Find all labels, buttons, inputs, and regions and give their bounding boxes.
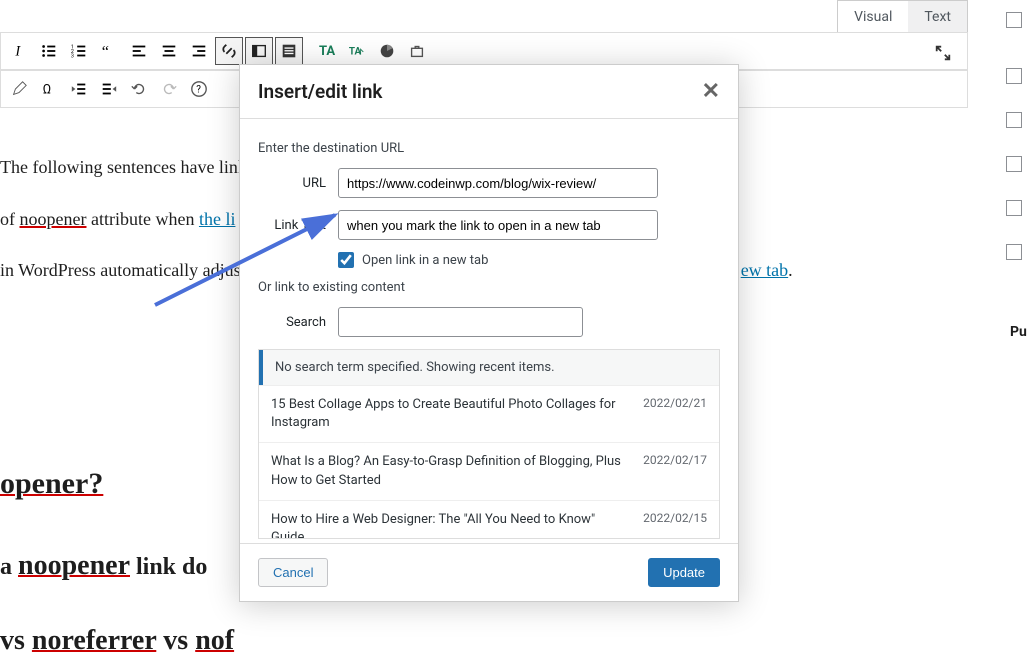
link-icon[interactable]: [215, 37, 243, 65]
newtab-checkbox[interactable]: [338, 252, 354, 268]
text: noopener: [20, 209, 87, 229]
svg-text:Ω: Ω: [43, 83, 51, 98]
results-message: No search term specified. Showing recent…: [259, 350, 719, 385]
undo-icon[interactable]: [125, 75, 153, 103]
insert-link-modal: Insert/edit link ✕ Enter the destination…: [239, 64, 739, 602]
text: vs: [0, 625, 32, 656]
tab-visual[interactable]: Visual: [838, 1, 908, 33]
fullscreen-icon[interactable]: [929, 39, 957, 67]
indent-icon[interactable]: [95, 75, 123, 103]
newtab-label: Open link in a new tab: [362, 253, 488, 268]
text: noreferrer: [32, 625, 156, 656]
checkbox-icon[interactable]: [1006, 156, 1022, 172]
checkbox-icon[interactable]: [1006, 12, 1022, 28]
checkbox-icon[interactable]: [1006, 244, 1022, 260]
list-item[interactable]: What Is a Blog? An Easy-to-Grasp Definit…: [259, 442, 719, 499]
result-date: 2022/02/17: [643, 453, 707, 489]
svg-text:TA: TA: [349, 47, 362, 58]
insert-block-icon[interactable]: [245, 37, 273, 65]
quote-icon[interactable]: “: [95, 37, 123, 65]
outdent-icon[interactable]: [65, 75, 93, 103]
result-date: 2022/02/15: [643, 511, 707, 539]
orlink-label: Or link to existing content: [258, 280, 720, 295]
text-link[interactable]: ew tab: [741, 260, 788, 280]
edit-icon[interactable]: [5, 75, 33, 103]
bullet-list-icon[interactable]: [35, 37, 63, 65]
italic-icon[interactable]: I: [5, 37, 33, 65]
tab-text[interactable]: Text: [908, 1, 967, 33]
search-results: No search term specified. Showing recent…: [258, 349, 720, 539]
update-button[interactable]: Update: [648, 558, 720, 587]
text: The following sentences have links: [0, 157, 254, 177]
text-link[interactable]: the li: [199, 209, 236, 229]
url-label: URL: [258, 176, 338, 191]
redo-icon[interactable]: [155, 75, 183, 103]
text: attribute when: [86, 209, 198, 229]
help-icon[interactable]: ?: [185, 75, 213, 103]
search-input[interactable]: [338, 307, 583, 337]
text: a: [0, 554, 18, 580]
ta-icon[interactable]: TA: [313, 37, 341, 65]
close-icon[interactable]: ✕: [702, 79, 720, 104]
cancel-button[interactable]: Cancel: [258, 558, 328, 587]
numbered-list-icon[interactable]: 123: [65, 37, 93, 65]
checkbox-icon[interactable]: [1006, 112, 1022, 128]
align-left-icon[interactable]: [125, 37, 153, 65]
svg-text:?: ?: [196, 85, 201, 96]
right-sidebar: Pu: [1000, 0, 1028, 581]
list-item[interactable]: 15 Best Collage Apps to Create Beautiful…: [259, 385, 719, 442]
search-label: Search: [258, 315, 338, 330]
enter-url-label: Enter the destination URL: [258, 141, 720, 156]
pie-icon[interactable]: [373, 37, 401, 65]
checkbox-icon[interactable]: [1006, 68, 1022, 84]
text: in WordPress automatically adjus: [0, 260, 241, 280]
checkbox-icon[interactable]: [1006, 200, 1022, 216]
text: nof: [195, 625, 234, 656]
svg-text:“: “: [102, 42, 109, 60]
result-title: How to Hire a Web Designer: The "All You…: [271, 511, 631, 539]
result-title: 15 Best Collage Apps to Create Beautiful…: [271, 396, 631, 432]
text: .: [788, 260, 793, 280]
linktext-label: Link Text: [258, 218, 338, 233]
modal-title: Insert/edit link: [258, 80, 382, 103]
svg-text:3: 3: [71, 53, 74, 59]
text: noopener: [18, 550, 130, 581]
list-item[interactable]: How to Hire a Web Designer: The "All You…: [259, 500, 719, 539]
linktext-input[interactable]: [338, 210, 658, 240]
ta-chart-icon[interactable]: TA: [343, 37, 371, 65]
text: of: [0, 209, 20, 229]
text: link do: [130, 554, 207, 580]
heading: opener?: [0, 467, 103, 500]
omega-icon[interactable]: Ω: [35, 75, 63, 103]
publish-label: Pu: [1008, 318, 1028, 346]
align-right-icon[interactable]: [185, 37, 213, 65]
align-center-icon[interactable]: [155, 37, 183, 65]
more-icon[interactable]: [275, 37, 303, 65]
result-date: 2022/02/21: [643, 396, 707, 432]
text: vs: [156, 625, 195, 656]
briefcase-icon[interactable]: [403, 37, 431, 65]
svg-text:I: I: [14, 44, 21, 60]
result-title: What Is a Blog? An Easy-to-Grasp Definit…: [271, 453, 631, 489]
url-input[interactable]: [338, 168, 658, 198]
